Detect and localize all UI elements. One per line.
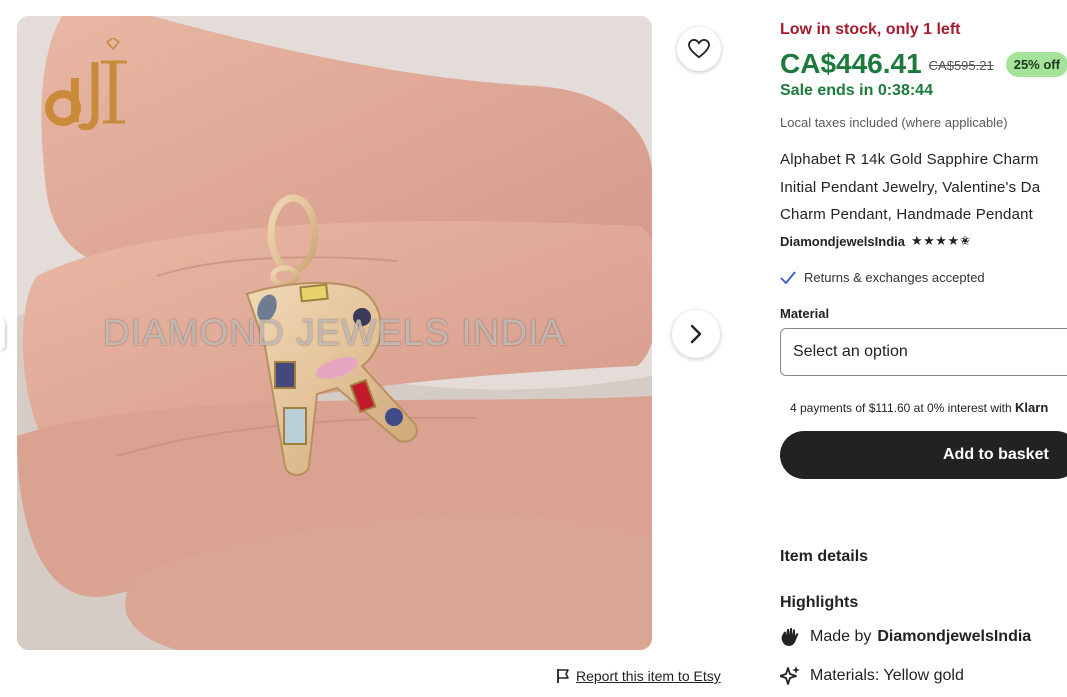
original-price: CA$595.21: [928, 57, 994, 73]
highlight-made-by: Made by DiamondjewelsIndia: [780, 627, 1031, 647]
chevron-right-icon: [690, 324, 702, 344]
product-image[interactable]: DIAMOND JEWELS INDIA: [17, 16, 652, 650]
report-item-label: Report this item to Etsy: [576, 668, 721, 684]
report-item-link[interactable]: Report this item to Etsy: [556, 668, 721, 684]
listing-title-line: Charm Pendant, Handmade Pendant: [780, 206, 1034, 223]
shop-row: DiamondjewelsIndia ★★★★✬: [780, 233, 971, 249]
flag-icon: [557, 669, 569, 683]
sale-price: CA$446.41: [780, 48, 922, 79]
listing-title-line: Alphabet R 14k Gold Sapphire Charm: [780, 151, 1039, 168]
image-watermark: DIAMOND JEWELS INDIA: [103, 312, 565, 353]
add-to-basket-label: Add to basket: [943, 446, 1049, 463]
favorite-button[interactable]: [677, 27, 721, 71]
sparkle-icon: [780, 666, 800, 685]
previous-image-button[interactable]: [0, 318, 5, 350]
material-select[interactable]: Select an option: [780, 328, 1067, 376]
klarna-text: 4 payments of $111.60 at 0% interest wit…: [790, 401, 1012, 415]
item-details-heading[interactable]: Item details: [780, 548, 868, 566]
materials-label: Materials: Yellow gold: [810, 667, 964, 684]
highlights-heading: Highlights: [780, 594, 859, 611]
heart-icon: [688, 39, 710, 59]
listing-panel: Low in stock, only 1 left CA$446.41 CA$5…: [780, 0, 1067, 697]
made-by-shop-link[interactable]: DiamondjewelsIndia: [877, 628, 1031, 646]
tax-note: Local taxes included (where applicable): [780, 115, 1008, 130]
highlight-materials: Materials: Yellow gold: [780, 666, 964, 686]
price-row: CA$446.41 CA$595.21 25% off: [780, 48, 1067, 80]
brand-logo: [45, 38, 127, 130]
shop-name-link[interactable]: DiamondjewelsIndia: [780, 234, 905, 249]
sale-timer: Sale ends in 0:38:44: [780, 82, 933, 99]
returns-label: Returns & exchanges accepted: [804, 270, 985, 285]
discount-badge: 25% off: [1005, 51, 1067, 77]
listing-title-line: Initial Pendant Jewelry, Valentine's Da: [780, 178, 1041, 196]
material-label: Material: [780, 306, 830, 321]
returns-note: Returns & exchanges accepted: [780, 270, 985, 285]
material-select-value: Select an option: [793, 343, 908, 360]
rating-stars[interactable]: ★★★★✬: [911, 233, 971, 249]
add-to-basket-button[interactable]: Add to basket: [780, 431, 1067, 479]
hand-icon: [781, 627, 799, 646]
klarna-note: 4 payments of $111.60 at 0% interest wit…: [790, 400, 1048, 415]
klarna-logo: Klarn: [1015, 400, 1049, 415]
made-by-prefix: Made by: [810, 628, 872, 645]
stock-message: Low in stock, only 1 left: [780, 21, 961, 38]
next-image-button[interactable]: [672, 310, 720, 358]
checkmark-icon: [780, 270, 796, 284]
listing-title: Alphabet R 14k Gold Sapphire Charm Initi…: [780, 146, 1067, 229]
